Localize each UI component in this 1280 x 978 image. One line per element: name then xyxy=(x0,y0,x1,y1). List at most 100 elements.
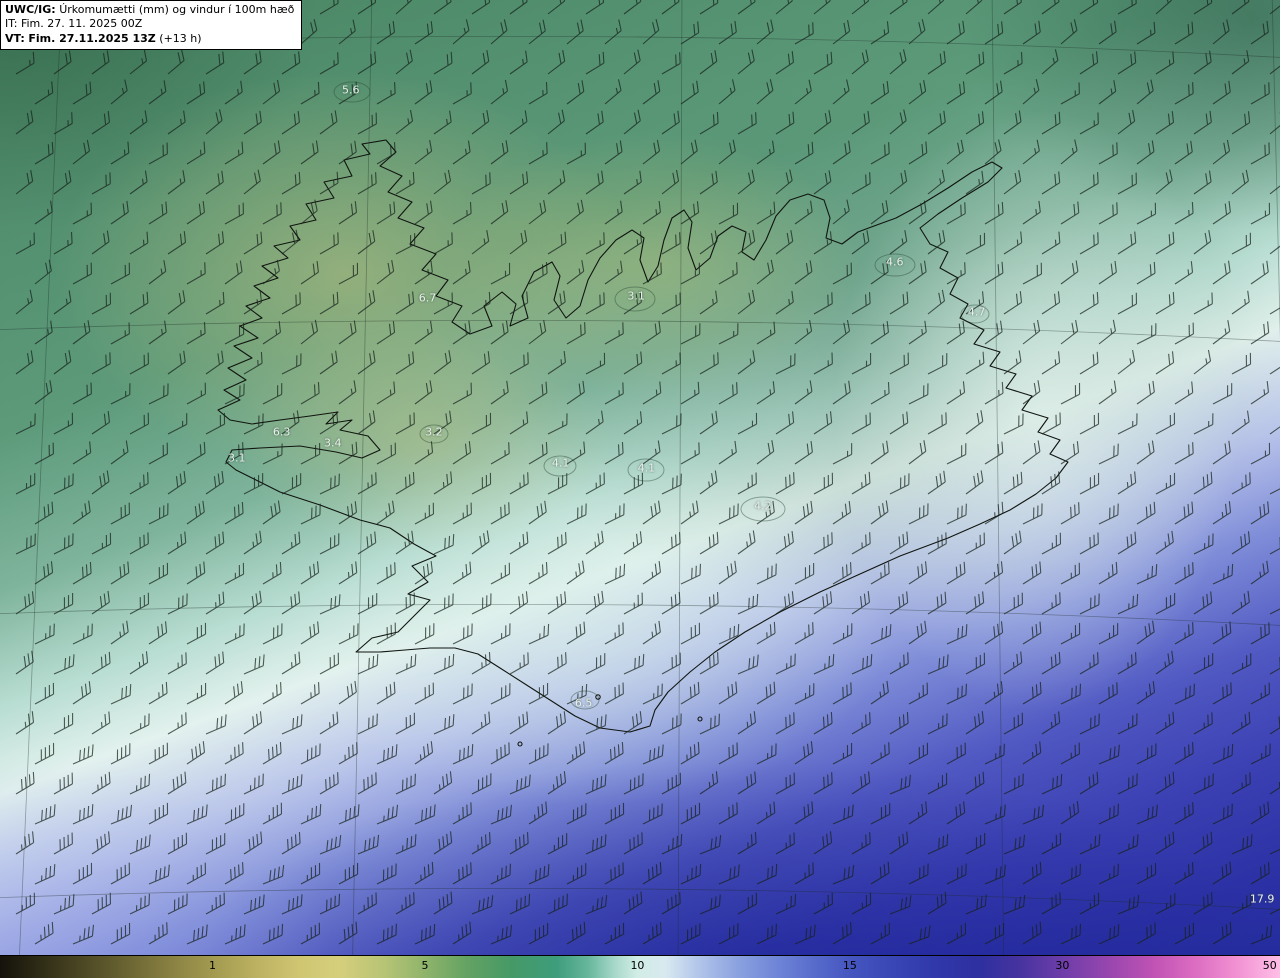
wind-barb xyxy=(528,864,550,885)
wind-barb xyxy=(148,802,169,825)
wind-barb xyxy=(509,832,529,855)
wind-barb xyxy=(1212,803,1233,825)
wind-barb xyxy=(1231,893,1252,915)
wind-barb xyxy=(832,742,853,765)
wind-barb xyxy=(357,834,380,855)
wind-barb xyxy=(148,260,167,285)
wind-barb xyxy=(889,230,908,255)
wind-barb xyxy=(395,471,415,495)
wind-barb xyxy=(1212,743,1234,765)
wind-barb xyxy=(585,714,607,735)
colorbar-tick: 10 xyxy=(630,959,645,972)
wind-barb xyxy=(1022,319,1041,345)
wind-barb xyxy=(338,561,358,585)
wind-barb xyxy=(167,170,186,195)
wind-barb xyxy=(509,50,528,75)
wind-barb xyxy=(965,652,986,675)
wind-barb xyxy=(1060,801,1080,825)
wind-barb xyxy=(1174,802,1194,825)
wind-barb xyxy=(509,472,529,495)
wind-barb xyxy=(224,803,245,825)
wind-barb xyxy=(224,681,244,705)
wind-barb xyxy=(224,383,245,405)
wind-barb xyxy=(224,562,245,585)
wind-barb xyxy=(832,380,851,405)
wind-barb xyxy=(509,711,529,735)
wind-barb xyxy=(1155,0,1173,15)
wind-barb xyxy=(585,774,607,795)
wind-barb xyxy=(813,472,834,495)
wind-barb xyxy=(528,801,548,825)
wind-barb xyxy=(566,380,585,405)
wind-barb xyxy=(851,712,871,735)
wind-barb xyxy=(965,51,985,75)
wind-barb xyxy=(338,862,359,885)
wind-barb xyxy=(604,322,624,345)
wind-barb xyxy=(642,139,661,165)
wind-barb xyxy=(262,383,283,405)
wind-barb xyxy=(1193,831,1213,855)
wind-barb xyxy=(1022,20,1041,45)
wind-barb xyxy=(34,864,56,885)
wind-barb xyxy=(243,654,265,675)
wind-barb xyxy=(1231,472,1251,495)
wind-barb xyxy=(53,412,74,435)
wind-barb xyxy=(1060,82,1080,105)
wind-barb xyxy=(262,500,281,525)
wind-barb xyxy=(224,623,245,645)
wind-barb xyxy=(452,623,473,645)
wind-barb xyxy=(148,80,167,105)
wind-barb xyxy=(129,352,149,375)
wind-barb xyxy=(832,864,855,885)
wind-barb xyxy=(433,110,452,135)
wind-barb xyxy=(414,560,433,585)
wind-barb xyxy=(528,562,548,585)
wind-barb xyxy=(509,893,531,915)
wind-barb xyxy=(414,380,433,405)
wind-barb xyxy=(34,804,56,825)
wind-barb xyxy=(1079,51,1099,75)
wind-barb xyxy=(1041,231,1061,255)
wind-barb xyxy=(604,563,626,585)
wind-barb xyxy=(1098,20,1117,45)
wind-barb xyxy=(205,350,224,375)
wind-barb xyxy=(813,231,833,255)
wind-barb xyxy=(129,651,149,675)
wind-barb xyxy=(984,804,1006,825)
wind-barb xyxy=(1060,441,1080,465)
wind-barb xyxy=(851,591,870,615)
wind-barb xyxy=(1003,350,1022,375)
wind-barb xyxy=(1060,260,1079,285)
wind-barb xyxy=(129,713,150,735)
wind-barb xyxy=(1079,834,1101,855)
wind-barb xyxy=(889,895,912,915)
wind-barb xyxy=(1041,291,1061,315)
wind-barb xyxy=(319,110,338,135)
wind-barb xyxy=(357,230,376,255)
wind-barb xyxy=(1250,142,1270,165)
wind-barb xyxy=(243,50,262,75)
coastline xyxy=(217,139,1069,747)
wind-barb xyxy=(1041,351,1061,375)
wind-barb xyxy=(452,862,472,885)
wind-barb xyxy=(414,320,433,345)
wind-barb xyxy=(281,894,303,915)
wind-barb xyxy=(775,832,795,855)
wind-barb xyxy=(984,501,1004,525)
wind-barb xyxy=(376,863,397,885)
wind-barb xyxy=(756,563,777,585)
wind-barb xyxy=(604,260,623,285)
wind-barb xyxy=(851,0,870,15)
wind-barb xyxy=(794,440,813,465)
wind-barb xyxy=(1003,471,1023,495)
wind-barb xyxy=(566,683,588,705)
graticule xyxy=(0,0,1280,978)
wind-barb xyxy=(1269,0,1280,15)
wind-barb xyxy=(300,682,320,705)
wind-barb xyxy=(1041,773,1063,795)
wind-barb xyxy=(452,683,473,705)
wind-barb xyxy=(718,560,737,585)
wind-barb xyxy=(775,169,793,195)
wind-barb xyxy=(15,289,33,315)
wind-barb xyxy=(1117,413,1138,435)
